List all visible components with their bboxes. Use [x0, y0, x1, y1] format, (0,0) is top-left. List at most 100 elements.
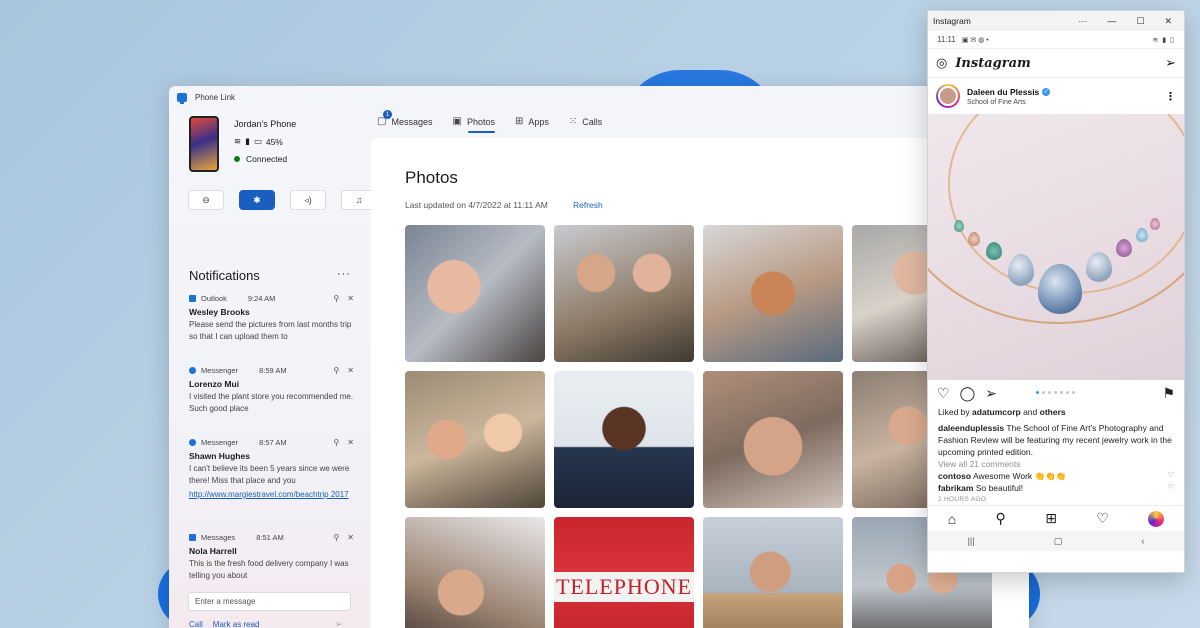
comment-like-icon[interactable]: ♡	[1168, 482, 1174, 494]
photos-icon: ▣	[452, 116, 462, 127]
device-name: Jordan's Phone	[234, 119, 297, 129]
new-post-icon[interactable]: ⊞	[1045, 510, 1057, 527]
minimize-icon[interactable]: —	[1107, 16, 1116, 27]
recent-apps-icon[interactable]: |||	[968, 536, 975, 546]
notification-sender: Nola Harrell	[189, 546, 237, 556]
camera-icon[interactable]: ◎	[936, 55, 947, 71]
status-time: 11:11	[937, 35, 956, 44]
do-not-disturb-button[interactable]: ⊖	[188, 190, 224, 210]
post-text: Liked by adatumcorp and others daleendup…	[928, 406, 1184, 494]
notification-app: Messages	[201, 533, 236, 542]
verified-badge-icon: ✓	[1042, 88, 1051, 97]
photo-tile[interactable]: TELEPHONE	[554, 517, 694, 628]
pin-icon[interactable]: ⚲	[333, 294, 339, 303]
photo-tile[interactable]	[405, 371, 545, 508]
liked-by-others[interactable]: others	[1040, 407, 1066, 417]
more-options-icon[interactable]: ···	[1078, 16, 1087, 27]
home-button-icon[interactable]: ▢	[1054, 536, 1063, 547]
tab-photos[interactable]: ▣ Photos	[452, 116, 496, 133]
photo-tile[interactable]	[703, 371, 843, 508]
tab-calls[interactable]: ⁙ Calls	[569, 116, 602, 133]
tab-label: Apps	[528, 116, 549, 127]
comment-like-icon[interactable]: ♡	[1168, 470, 1174, 482]
pin-icon[interactable]: ⚲	[333, 438, 339, 447]
photo-tile[interactable]	[554, 371, 694, 508]
post-username[interactable]: Daleen du Plessis	[967, 87, 1039, 97]
connection-label: Connected	[246, 154, 288, 164]
caption-user[interactable]: daleenduplessis	[938, 423, 1004, 433]
mark-as-read-link[interactable]: Mark as read	[213, 620, 260, 628]
bookmark-icon[interactable]: ⚑	[1162, 385, 1175, 402]
telephone-sign-text: TELEPHONE	[554, 572, 694, 602]
title-bar: Phone Link	[169, 86, 1029, 108]
notification-link[interactable]: http://www.margiestravel.com/beachtrip 2…	[189, 489, 354, 501]
view-all-comments[interactable]: View all 21 comments	[938, 458, 1174, 470]
notification-app: Messenger	[201, 366, 239, 375]
comment-user[interactable]: fabrikam	[938, 483, 973, 493]
notification-sender: Shawn Hughes	[189, 451, 250, 461]
comment-icon[interactable]: ◯	[960, 385, 976, 402]
android-navigation-bar: ||| ▢ ‹	[928, 531, 1184, 551]
photo-tile[interactable]	[405, 517, 545, 628]
necklace-gem	[954, 220, 964, 232]
post-time-ago: 2 HOURS AGO	[938, 496, 987, 503]
notifications-title: Notifications	[189, 268, 260, 283]
do-not-disturb-icon: ⊖	[202, 194, 210, 205]
back-icon[interactable]: ‹	[1141, 536, 1144, 546]
bluetooth-button[interactable]: ✱	[239, 190, 275, 210]
maximize-icon[interactable]: ☐	[1136, 16, 1144, 27]
necklace-gem	[1150, 218, 1160, 230]
notification-app: Messenger	[201, 438, 239, 447]
instagram-app-bar: ◎ Instagram ➢	[928, 49, 1184, 78]
send-icon[interactable]: ➢	[335, 619, 343, 628]
comment-user[interactable]: contoso	[938, 471, 971, 481]
window-title: Instagram	[933, 16, 971, 26]
direct-message-icon[interactable]: ➢	[1165, 55, 1176, 71]
notification-item[interactable]: Outlook 9:24 AM ⚲ ✕ Wesley Brooks Please …	[189, 294, 354, 343]
message-input[interactable]: Enter a message	[188, 592, 351, 611]
post-options-icon[interactable]: ⋮	[1165, 90, 1176, 103]
notification-icons: ▣ ✉ ◍ •	[961, 36, 989, 44]
close-icon[interactable]: ✕	[347, 438, 354, 447]
profile-avatar-icon[interactable]	[1148, 510, 1165, 527]
call-link[interactable]: Call	[189, 620, 203, 628]
battery-level: 45%	[265, 136, 283, 147]
activity-heart-icon[interactable]: ♡	[1096, 510, 1109, 527]
comment-row: fabrikam So beautiful! ♡	[938, 482, 1174, 494]
notification-item[interactable]: Messenger 8:59 AM ⚲ ✕ Lorenzo Mui I visit…	[189, 366, 354, 415]
post-image[interactable]	[928, 114, 1184, 380]
search-icon[interactable]: ⚲	[996, 510, 1006, 527]
photo-tile[interactable]	[405, 225, 545, 362]
photo-tile[interactable]	[703, 225, 843, 362]
close-icon[interactable]: ✕	[347, 533, 354, 542]
home-icon[interactable]: ⌂	[948, 511, 956, 527]
music-note-icon: ♫	[355, 195, 363, 205]
liked-by-line: Liked by adatumcorp and others	[938, 407, 1066, 417]
pin-icon[interactable]: ⚲	[333, 533, 339, 542]
avatar[interactable]	[936, 84, 960, 108]
notification-item[interactable]: Messenger 8:57 AM ⚲ ✕ Shawn Hughes I can'…	[189, 438, 354, 501]
notification-item[interactable]: Messages 8:51 AM ⚲ ✕ Nola Harrell This is…	[189, 533, 354, 582]
messenger-icon	[189, 367, 196, 374]
wifi-icon: ≋	[234, 136, 242, 146]
close-icon[interactable]: ✕	[347, 294, 354, 303]
photo-tile[interactable]	[703, 517, 843, 628]
page-title: Photos	[405, 168, 458, 187]
share-icon[interactable]: ➢	[985, 385, 997, 402]
tab-apps[interactable]: ⊞ Apps	[515, 116, 549, 133]
tab-bar: ▢ 1 Messages ▣ Photos ⊞ Apps ⁙ Calls	[377, 110, 602, 133]
close-icon[interactable]: ✕	[1164, 16, 1172, 27]
phone-link-window: Phone Link Jordan's Phone ≋ ▮ ▭ 45% Conn…	[169, 86, 1029, 628]
like-heart-icon[interactable]: ♡	[937, 385, 950, 402]
sound-button[interactable]: ◃)	[290, 190, 326, 210]
pin-icon[interactable]: ⚲	[333, 366, 339, 375]
photo-tile[interactable]	[554, 225, 694, 362]
comment-text: Awesome Work 👏👏👏	[972, 471, 1067, 481]
liked-by-user[interactable]: adatumcorp	[972, 407, 1021, 417]
tab-messages[interactable]: ▢ 1 Messages	[377, 110, 432, 133]
unread-badge: 1	[383, 110, 392, 119]
close-icon[interactable]: ✕	[347, 366, 354, 375]
refresh-link[interactable]: Refresh	[573, 200, 603, 210]
notifications-more-button[interactable]: ···	[337, 268, 351, 280]
instagram-window: Instagram ··· — ☐ ✕ 11:11 ▣ ✉ ◍ • ≋ ▮ ▯ …	[927, 10, 1185, 573]
